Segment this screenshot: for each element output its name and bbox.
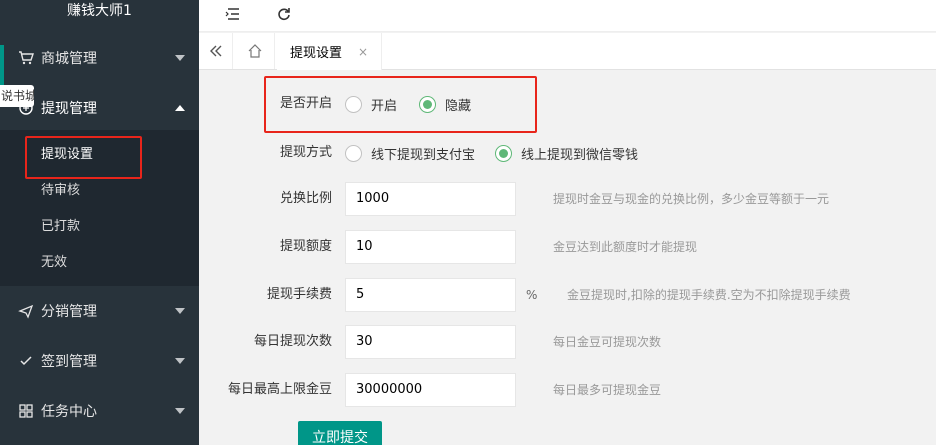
double-chevron-left-icon[interactable] [199, 33, 233, 69]
sidebar-item-label: 分销管理 [41, 304, 97, 320]
chevron-down-icon [175, 308, 185, 314]
send-icon [18, 303, 34, 319]
sidebar-item-tasks[interactable]: 任务中心 [0, 390, 199, 432]
sidebar-item-mall[interactable]: 商城管理 [0, 37, 199, 79]
field-label: 提现额度 [279, 239, 332, 254]
menu-fold-icon[interactable] [223, 4, 243, 24]
tab-label: 提现设置 [290, 46, 343, 61]
form-row-daily-max: 每日最高上限金豆 30000000 每日最多可提现金豆 [199, 373, 936, 407]
field-label: 每日提现次数 [253, 334, 332, 349]
fee-input[interactable]: 5 [345, 278, 516, 312]
refresh-icon[interactable] [274, 4, 294, 24]
field-hint: 提现时金豆与现金的兑换比例，多少金豆等额于一元 [553, 192, 830, 206]
percent-unit: % [526, 288, 538, 302]
sidebar-item-checkin[interactable]: 签到管理 [0, 340, 199, 382]
amount-input[interactable]: 10 [345, 230, 516, 264]
radio-method-alipay[interactable]: 线下提现到支付宝 [345, 144, 475, 163]
top-header [199, 0, 936, 32]
daily-count-input[interactable]: 30 [345, 325, 516, 359]
daily-max-input[interactable]: 30000000 [345, 373, 516, 407]
field-label: 提现方式 [279, 145, 332, 160]
form-row-ratio: 兑换比例 1000 提现时金豆与现金的兑换比例，多少金豆等额于一元 [199, 182, 936, 216]
chevron-down-icon [175, 358, 185, 364]
ratio-input[interactable]: 1000 [345, 182, 516, 216]
radio-icon [345, 145, 362, 162]
field-hint: 每日金豆可提现次数 [553, 335, 662, 349]
field-hint: 每日最多可提现金豆 [553, 383, 662, 397]
submit-button[interactable]: 立即提交 [298, 421, 382, 445]
tooltip: 说书城 [0, 85, 34, 107]
tab-withdraw-settings[interactable]: 提现设置 × [277, 33, 383, 70]
form-row-amount: 提现额度 10 金豆达到此额度时才能提现 [199, 230, 936, 264]
field-hint: 金豆提现时,扣除的提现手续费.空为不扣除提现手续费 [567, 288, 851, 302]
grid-icon [18, 403, 34, 419]
field-label: 兑换比例 [279, 191, 332, 206]
sidebar-item-label: 商城管理 [41, 51, 97, 67]
chevron-down-icon [175, 55, 185, 61]
radio-checked-icon [495, 145, 512, 162]
highlight-box-enable [264, 76, 537, 133]
close-icon[interactable]: × [358, 45, 368, 59]
sidebar-item-label: 签到管理 [41, 354, 97, 370]
field-hint: 金豆达到此额度时才能提现 [553, 240, 698, 254]
submenu-item-invalid[interactable]: 无效 [41, 245, 67, 281]
radio-method-wechat[interactable]: 线上提现到微信零钱 [495, 144, 638, 163]
home-icon[interactable] [235, 33, 275, 69]
form-row-method: 提现方式 线下提现到支付宝 线上提现到微信零钱 [199, 136, 936, 170]
check-icon [18, 353, 34, 369]
tab-bar: 提现设置 × [199, 33, 936, 70]
radio-label: 线上提现到微信零钱 [521, 148, 639, 163]
sidebar-item-distribution[interactable]: 分销管理 [0, 290, 199, 332]
form-row-daily-count: 每日提现次数 30 每日金豆可提现次数 [199, 325, 936, 359]
highlight-box-submenu [25, 136, 142, 179]
sidebar-item-label: 提现管理 [41, 101, 97, 117]
chevron-down-icon [175, 408, 185, 414]
chevron-up-icon [175, 105, 185, 111]
radio-label: 线下提现到支付宝 [371, 148, 476, 163]
sidebar-item-label: 任务中心 [41, 404, 97, 420]
app-logo: 赚钱大师1 [67, 3, 132, 19]
submenu-item-paid[interactable]: 已打款 [41, 209, 80, 245]
field-label: 提现手续费 [266, 287, 332, 302]
form-row-fee: 提现手续费 5 % 金豆提现时,扣除的提现手续费.空为不扣除提现手续费 [199, 278, 936, 312]
field-label: 每日最高上限金豆 [227, 382, 332, 397]
sidebar: 赚钱大师1 商城管理 提现管理 说书城 提现设置 待审核 已打款 无效 分销管理… [0, 0, 199, 445]
cart-icon [18, 50, 34, 66]
